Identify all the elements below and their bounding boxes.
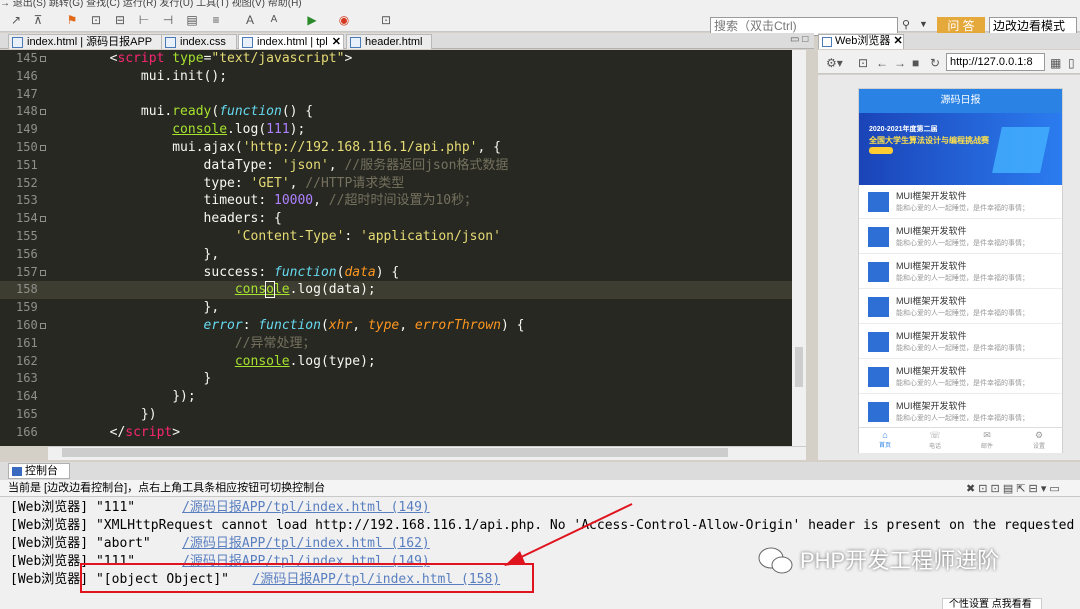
tooltip[interactable]: 个性设置 点我看看: [942, 598, 1042, 609]
annotation-arrow: [504, 503, 633, 566]
watermark-text: PHP开发工程师进阶: [800, 548, 1000, 573]
hbuilder-window: → 退出(S) 跳转(G) 查找(C) 运行(R) 发行(U) 工具(T) 视图…: [0, 0, 1080, 609]
arrow-head: [504, 551, 525, 566]
arrow-shaft: [514, 503, 633, 561]
